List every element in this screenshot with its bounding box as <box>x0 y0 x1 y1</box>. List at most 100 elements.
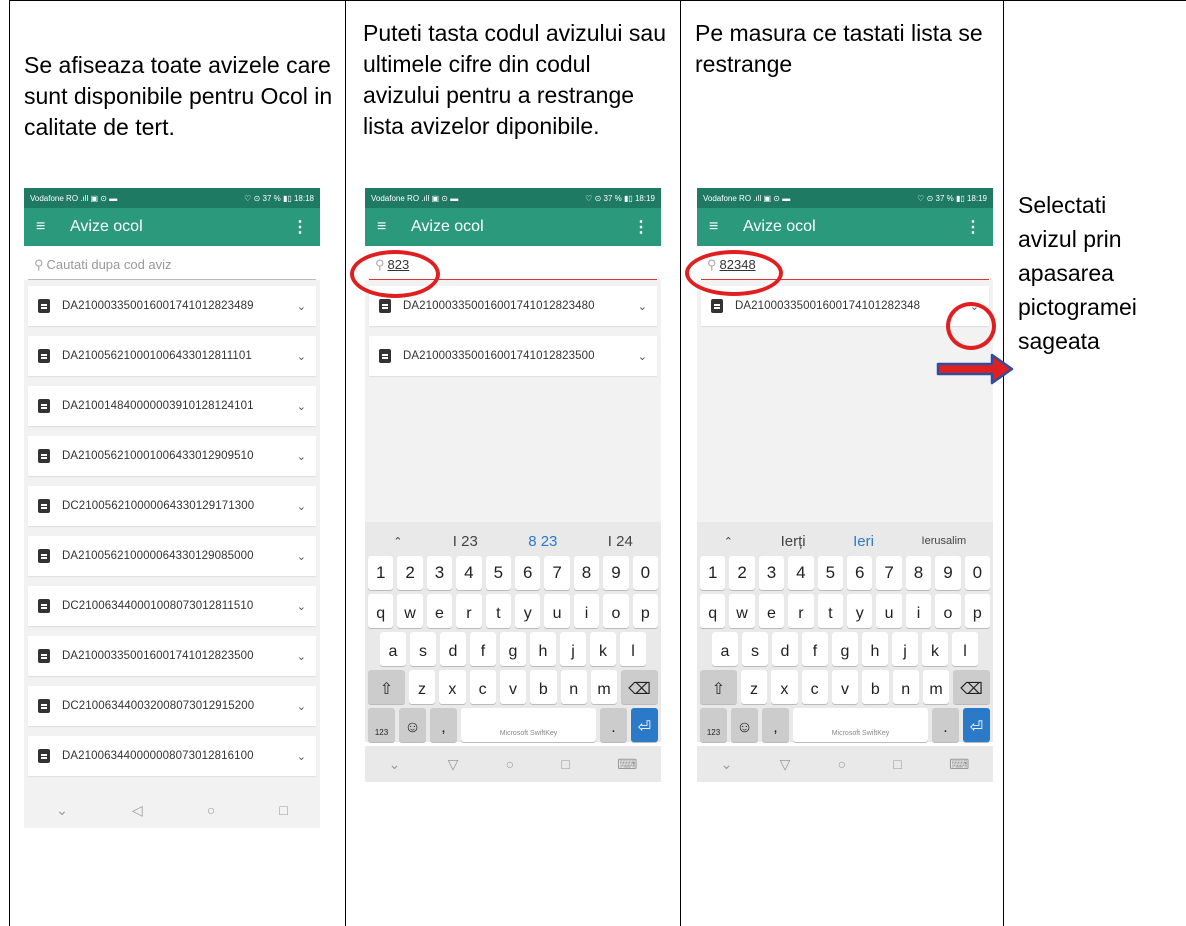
key[interactable]: j <box>892 632 918 666</box>
key[interactable]: e <box>758 594 785 628</box>
list-item[interactable]: DA210056210001006433012909510 ⌄ <box>28 436 316 476</box>
key[interactable]: 8 <box>573 556 600 590</box>
key[interactable]: i <box>905 594 932 628</box>
key[interactable]: r <box>788 594 814 628</box>
key[interactable]: 3 <box>426 556 453 590</box>
key[interactable]: t <box>817 594 843 628</box>
key[interactable]: 5 <box>485 556 511 590</box>
key[interactable]: d <box>440 632 466 666</box>
key[interactable]: 0 <box>632 556 659 590</box>
key[interactable]: f <box>802 632 828 666</box>
key[interactable]: 9 <box>603 556 629 590</box>
chevron-down-icon[interactable]: ⌄ <box>297 600 306 613</box>
key[interactable]: g <box>500 632 526 666</box>
suggestion-3[interactable]: Ierusalim <box>922 535 967 547</box>
suggestion-2[interactable]: 8 23 <box>528 533 557 550</box>
key[interactable]: x <box>771 670 798 704</box>
chevron-down-icon[interactable]: ⌄ <box>297 300 306 313</box>
list-item[interactable]: DA210003350016001741012823500 ⌄ <box>369 336 657 376</box>
suggestion-2[interactable]: Ieri <box>853 533 874 550</box>
list-item[interactable]: DA210003350016001741012823489 ⌄ <box>28 286 316 326</box>
key[interactable]: 2 <box>397 556 423 590</box>
nav-hide-icon[interactable]: ⌄ <box>721 756 733 773</box>
suggestion-1[interactable]: Ierți <box>781 533 806 550</box>
symbols-key[interactable]: 123 <box>368 708 395 742</box>
chevron-down-icon[interactable]: ⌄ <box>297 550 306 563</box>
key[interactable]: i <box>573 594 600 628</box>
key[interactable]: w <box>729 594 755 628</box>
chevron-down-icon[interactable]: ⌄ <box>297 500 306 513</box>
key[interactable]: 9 <box>935 556 961 590</box>
backspace-key-icon[interactable]: ⌫ <box>621 670 659 704</box>
key[interactable]: u <box>876 594 902 628</box>
period-key[interactable]: . <box>600 708 627 742</box>
key[interactable]: 7 <box>544 556 570 590</box>
key[interactable]: p <box>632 594 659 628</box>
key[interactable]: h <box>530 632 556 666</box>
space-key[interactable]: Microsoft SwiftKey <box>461 708 596 742</box>
chevron-down-icon[interactable]: ⌄ <box>297 750 306 763</box>
key[interactable]: n <box>560 670 587 704</box>
shift-key-icon[interactable]: ⇧ <box>700 670 737 704</box>
comma-key[interactable]: , <box>762 708 789 742</box>
key[interactable]: l <box>620 632 646 666</box>
key[interactable]: s <box>410 632 436 666</box>
list-item[interactable]: DC210056210000064330129171300 ⌄ <box>28 486 316 526</box>
key[interactable]: 7 <box>876 556 902 590</box>
space-key[interactable]: Microsoft SwiftKey <box>793 708 928 742</box>
hamburger-menu-icon[interactable]: ≡ <box>36 218 50 236</box>
key[interactable]: f <box>470 632 496 666</box>
key[interactable]: 1 <box>367 556 394 590</box>
key[interactable]: e <box>426 594 453 628</box>
key[interactable]: n <box>892 670 919 704</box>
nav-home-icon[interactable]: ○ <box>506 756 514 772</box>
nav-home-icon[interactable]: ○ <box>207 802 215 818</box>
expand-icon[interactable]: ⌃ <box>724 535 733 548</box>
key[interactable]: p <box>964 594 991 628</box>
keyboard-icon[interactable]: ⌨ <box>949 756 969 773</box>
suggestion-3[interactable]: I 24 <box>608 533 633 550</box>
nav-back-icon[interactable]: ▽ <box>780 756 791 773</box>
key[interactable]: y <box>847 594 873 628</box>
key[interactable]: d <box>772 632 798 666</box>
key[interactable]: 2 <box>729 556 755 590</box>
chevron-down-icon[interactable]: ⌄ <box>297 650 306 663</box>
key[interactable]: o <box>935 594 961 628</box>
key[interactable]: m <box>590 670 618 704</box>
suggestion-1[interactable]: I 23 <box>453 533 478 550</box>
key[interactable]: t <box>485 594 511 628</box>
nav-recent-icon[interactable]: □ <box>279 802 287 818</box>
chevron-down-icon[interactable]: ⌄ <box>297 700 306 713</box>
key[interactable]: z <box>740 670 768 704</box>
list-item[interactable]: DA210003350016001741012823500 ⌄ <box>28 636 316 676</box>
hamburger-menu-icon[interactable]: ≡ <box>377 218 391 236</box>
key[interactable]: m <box>922 670 950 704</box>
key[interactable]: s <box>742 632 768 666</box>
key[interactable]: k <box>590 632 616 666</box>
backspace-key-icon[interactable]: ⌫ <box>953 670 991 704</box>
key[interactable]: j <box>560 632 586 666</box>
key[interactable]: 8 <box>905 556 932 590</box>
key[interactable]: q <box>367 594 394 628</box>
key[interactable]: v <box>499 670 527 704</box>
nav-hide-icon[interactable]: ⌄ <box>56 802 68 819</box>
key[interactable]: v <box>831 670 859 704</box>
key[interactable]: h <box>862 632 888 666</box>
list-item[interactable]: DC210063440032008073012915200 ⌄ <box>28 686 316 726</box>
comma-key[interactable]: , <box>430 708 457 742</box>
nav-back-icon[interactable]: ▽ <box>448 756 459 773</box>
emoji-key-icon[interactable]: ☺ <box>399 708 426 742</box>
nav-home-icon[interactable]: ○ <box>838 756 846 772</box>
nav-recent-icon[interactable]: □ <box>893 756 901 772</box>
key[interactable]: 6 <box>847 556 873 590</box>
list-item[interactable]: DA210056210001006433012811101 ⌄ <box>28 336 316 376</box>
list-item[interactable]: DA210014840000003910128124101 ⌄ <box>28 386 316 426</box>
key[interactable]: z <box>408 670 436 704</box>
key[interactable]: c <box>469 670 496 704</box>
chevron-down-icon[interactable]: ⌄ <box>297 450 306 463</box>
list-item[interactable]: DA210063440000008073012816100 ⌄ <box>28 736 316 776</box>
key[interactable]: 4 <box>456 556 482 590</box>
key[interactable]: c <box>801 670 828 704</box>
hamburger-menu-icon[interactable]: ≡ <box>709 218 723 236</box>
overflow-menu-icon[interactable]: ⋮ <box>965 217 981 237</box>
